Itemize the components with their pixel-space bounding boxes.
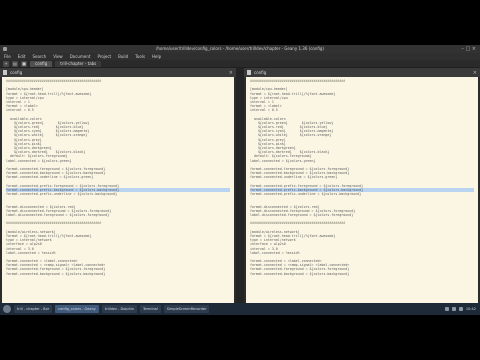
tab-chapter[interactable]: trill-chapter - tabs [55,60,102,67]
file-icon [3,70,7,75]
window-title: /home/user/trilldev/config_colors - /hom… [155,46,324,51]
right-pane-header: config × [244,68,480,77]
taskbar-item[interactable]: trilldev - Dolphin [101,305,137,313]
menu-item-view[interactable]: View [53,53,63,60]
menu-item-file[interactable]: File [4,53,11,60]
left-editor[interactable]: ########################################… [2,77,234,311]
left-pane-tab-label[interactable]: config [10,70,22,75]
menu-item-project[interactable]: Project [97,53,111,60]
letterbox-top [0,0,480,45]
system-tray: 10:42 [444,307,476,311]
left-pane: config × ###############################… [0,68,236,315]
tab-config[interactable]: config [30,60,53,67]
close-icon[interactable]: × [229,70,233,76]
clock[interactable]: 10:42 [466,307,476,311]
right-pane: config × ###############################… [244,68,480,315]
code-line[interactable]: format-connected-background = ${colors.b… [6,272,230,276]
pane-divider[interactable] [236,68,244,315]
code-line[interactable]: format-connected-background = ${colors.b… [250,272,474,276]
app-icon [3,47,7,51]
new-file-icon[interactable]: + [3,60,9,67]
taskbar-item[interactable]: trill - chapter - Bar [14,305,53,313]
menu-item-edit[interactable]: Edit [18,53,26,60]
taskbar-item[interactable]: SimpleScreenRecorder [163,305,210,313]
close-icon[interactable]: × [473,70,477,76]
left-pane-header: config × [0,68,236,77]
network-icon[interactable] [444,307,449,311]
geany-window: /home/user/trilldev/config_colors - /hom… [0,45,480,315]
save-icon[interactable]: ■ [21,60,27,67]
start-menu-icon[interactable] [3,305,11,313]
menu-item-tools[interactable]: Tools [135,53,145,60]
taskbar: trill - chapter - Bar config_colors - Gea… [0,303,480,315]
title-bar: /home/user/trilldev/config_colors - /hom… [0,45,480,53]
volume-icon[interactable] [451,307,456,311]
window-controls[interactable]: – □ × [461,45,476,53]
toolbar: + ▤ ■ config trill-chapter - tabs [0,60,480,68]
open-file-icon[interactable]: ▤ [12,60,18,67]
taskbar-item[interactable]: config_colors - Geany [55,305,99,313]
battery-icon[interactable] [458,307,463,311]
menu-item-build[interactable]: Build [118,53,128,60]
file-icon [247,70,251,75]
taskbar-item[interactable]: Terminal [139,305,161,313]
menu-bar: File Edit Search View Document Project Build To… [0,53,480,60]
right-editor[interactable]: ########################################… [246,77,478,311]
right-pane-tab-label[interactable]: config [254,70,266,75]
split-panes: config × ###############################… [0,68,480,315]
letterbox-bottom [0,315,480,360]
menu-item-document[interactable]: Document [70,53,91,60]
menu-item-search[interactable]: Search [32,53,46,60]
menu-item-help[interactable]: Help [152,53,161,60]
